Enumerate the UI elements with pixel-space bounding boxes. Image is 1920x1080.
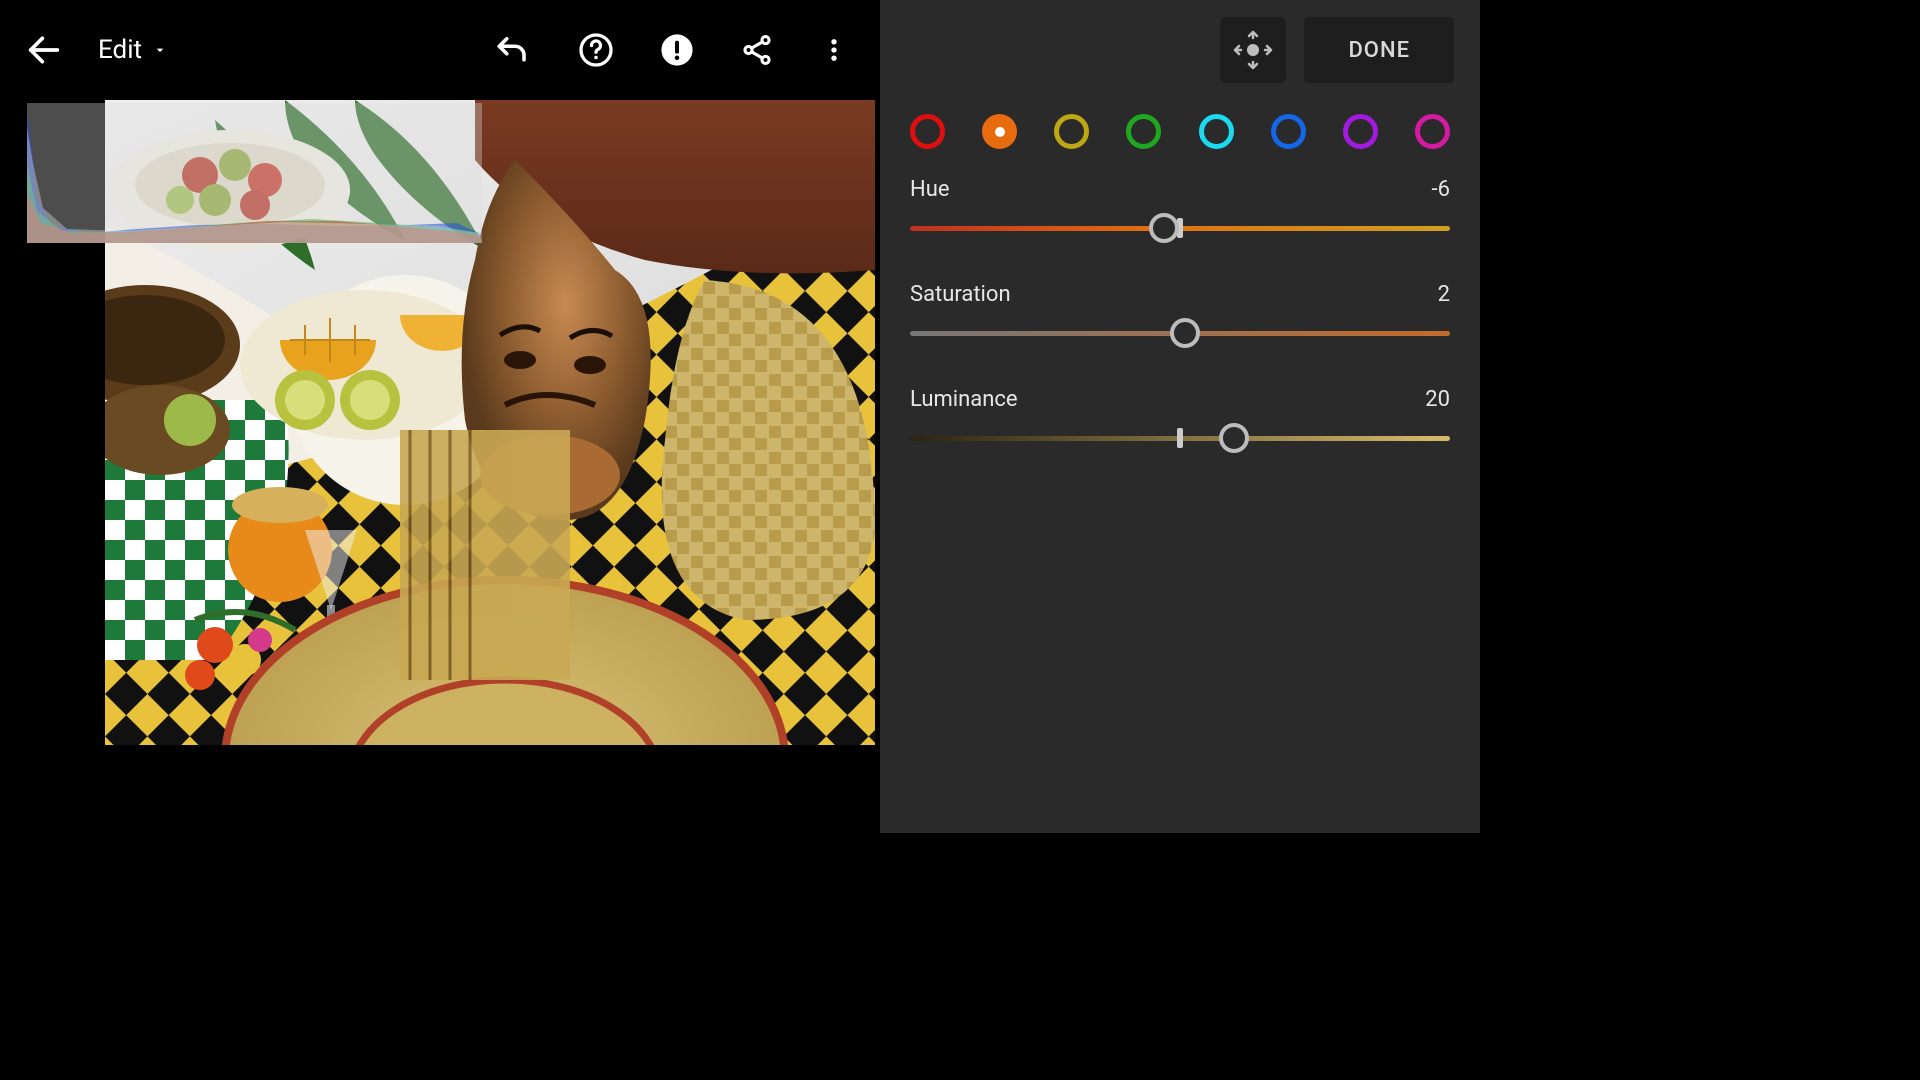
hue-label: Hue xyxy=(910,177,950,202)
targeted-adjustment-button[interactable] xyxy=(1220,17,1286,83)
color-swatch-orange[interactable] xyxy=(982,114,1017,149)
help-button[interactable] xyxy=(578,32,614,68)
luminance-slider[interactable]: Luminance 20 xyxy=(910,387,1450,452)
color-swatch-green[interactable] xyxy=(1126,114,1161,149)
mode-dropdown[interactable]: Edit xyxy=(98,35,168,65)
saturation-handle[interactable] xyxy=(1170,318,1200,348)
back-button[interactable] xyxy=(24,30,64,70)
done-button[interactable]: DONE xyxy=(1304,17,1454,83)
alert-button[interactable] xyxy=(660,33,694,67)
photo-area[interactable] xyxy=(0,100,880,833)
color-swatch-yellow[interactable] xyxy=(1054,114,1089,149)
luminance-label: Luminance xyxy=(910,387,1018,412)
main-area: Edit xyxy=(0,0,880,833)
undo-button[interactable] xyxy=(492,32,532,68)
hue-value: -6 xyxy=(1432,177,1450,202)
saturation-label: Saturation xyxy=(910,282,1011,307)
histogram-overlay[interactable] xyxy=(27,103,482,243)
saturation-value: 2 xyxy=(1438,282,1450,307)
saturation-slider[interactable]: Saturation 2 xyxy=(910,282,1450,347)
color-swatch-aqua[interactable] xyxy=(1199,114,1234,149)
color-swatch-purple[interactable] xyxy=(1343,114,1378,149)
luminance-handle[interactable] xyxy=(1219,423,1249,453)
toolbar: Edit xyxy=(0,0,880,100)
color-swatch-magenta[interactable] xyxy=(1415,114,1450,149)
hue-handle[interactable] xyxy=(1149,213,1179,243)
color-channel-selector xyxy=(880,100,1480,169)
share-button[interactable] xyxy=(740,33,774,67)
color-swatch-blue[interactable] xyxy=(1271,114,1306,149)
mode-label-text: Edit xyxy=(98,35,142,65)
chevron-down-icon xyxy=(152,35,168,65)
luminance-value: 20 xyxy=(1425,387,1450,412)
color-swatch-red[interactable] xyxy=(910,114,945,149)
done-button-label: DONE xyxy=(1348,38,1410,63)
luminance-center-tick xyxy=(1177,428,1183,448)
adjustments-panel: DONE Hue -6 Saturation 2 xyxy=(880,0,1480,833)
hue-slider[interactable]: Hue -6 xyxy=(910,177,1450,242)
overflow-menu-button[interactable] xyxy=(820,33,848,67)
